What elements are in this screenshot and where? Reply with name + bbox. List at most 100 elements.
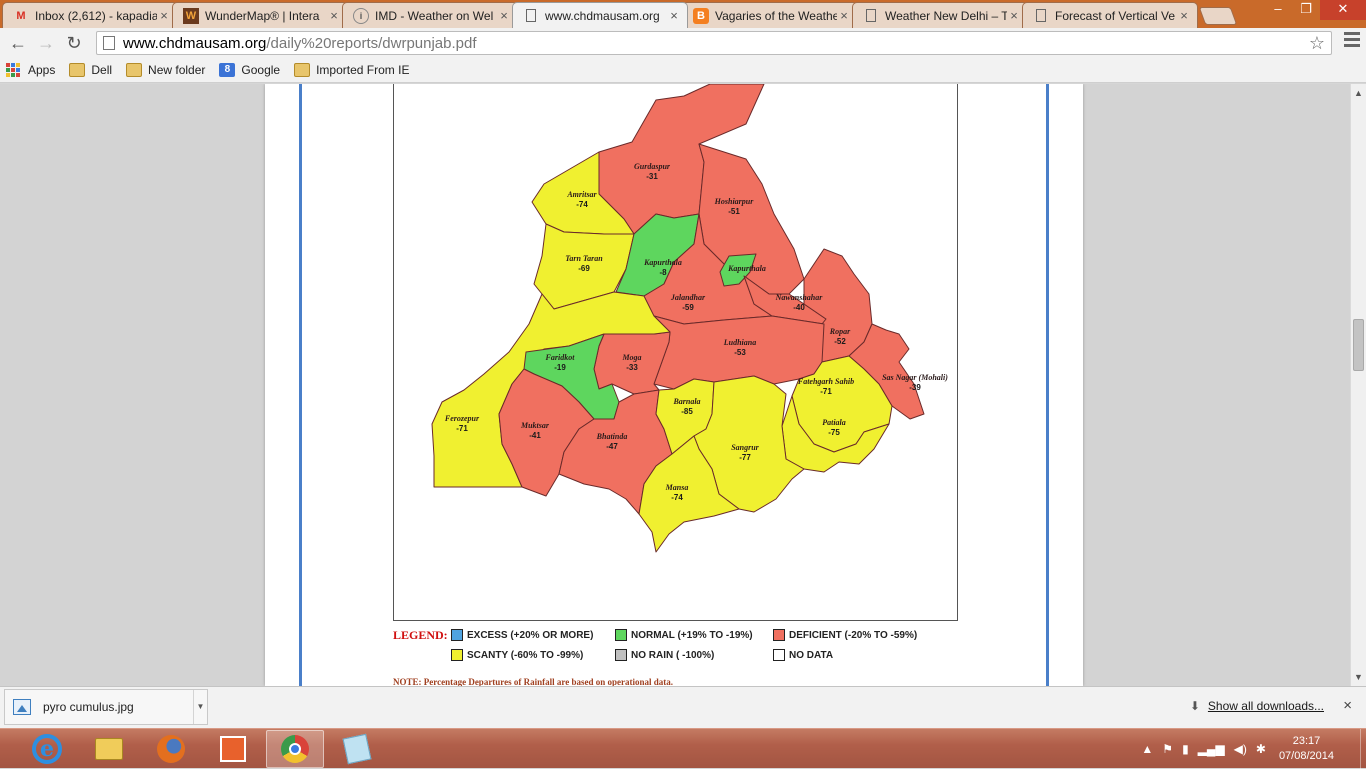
district-label: Tarn Taran [565,254,603,263]
back-icon[interactable]: ← [4,30,32,56]
google-icon: 8 [219,63,236,77]
scroll-down-icon[interactable]: ▼ [1354,672,1363,682]
district-label: Mansa [665,483,689,492]
new-tab-button[interactable] [1198,7,1238,25]
document-icon [1033,8,1049,24]
windows-taskbar: e ▲ ⚑ ▮ ▂▄▆ ◀) ✱ 23:17 07/08/2014 [0,728,1366,769]
taskbar-firefox[interactable] [142,730,200,768]
district-value: -71 [820,387,832,396]
district-value: -39 [909,383,921,392]
close-tab-icon[interactable]: × [497,8,511,23]
taskbar-office[interactable] [204,730,262,768]
taskbar-notepad[interactable] [328,730,386,768]
district-value: -41 [529,431,541,440]
bookmark-imported-from-ie[interactable]: Imported From IE [294,63,409,77]
district-label: Nawanshahar [775,293,824,302]
url-text[interactable]: www.chdmausam.org/daily%20reports/dwrpun… [123,35,477,52]
vertical-scrollbar[interactable]: ▲ ▼ [1350,84,1366,686]
legend-swatch-normal [615,629,627,641]
district-label: Patiala [822,418,846,427]
minimize-icon[interactable]: – [1264,0,1292,20]
district-label: Amritsar [566,190,597,199]
tab-imd[interactable]: i IMD - Weather on Wel × [342,2,518,28]
taskbar-file-explorer[interactable] [80,730,138,768]
url-host: www.chdmausam.org [123,34,267,52]
restore-icon[interactable]: ❐ [1292,0,1320,20]
legend-label: SCANTY (-60% TO -99%) [467,649,584,661]
close-shelf-icon[interactable]: × [1343,697,1352,714]
download-icon: ⬇ [1189,699,1200,713]
folder-icon [126,63,143,77]
close-tab-icon[interactable]: × [1007,8,1021,23]
volume-icon[interactable]: ◀) [1234,742,1247,756]
office-icon [220,736,246,762]
close-tab-icon[interactable]: × [1177,8,1191,23]
bookmark-star-icon[interactable]: ☆ [1309,33,1325,54]
legend-swatch-no-rain [615,649,627,661]
action-center-flag-icon[interactable]: ⚑ [1162,742,1173,756]
show-hidden-icons-icon[interactable]: ▲ [1141,742,1153,756]
download-menu-arrow-icon[interactable]: ▼ [193,690,207,724]
district-value: -85 [681,407,693,416]
power-icon[interactable]: ▮ [1182,742,1189,756]
close-tab-icon[interactable]: × [837,8,851,23]
tab-title: WunderMap® | Intera [205,8,320,23]
bookmark-new-folder[interactable]: New folder [126,63,205,77]
district-label: Bhatinda [596,432,628,441]
notepad-icon [342,733,372,765]
show-all-downloads[interactable]: ⬇ Show all downloads... [1190,699,1324,713]
legend-item-scanty: SCANTY (-60% TO -99%) [451,649,583,661]
close-tab-icon[interactable]: × [157,8,171,23]
scrollbar-thumb[interactable] [1353,319,1364,371]
tab-wundermap[interactable]: W WunderMap® | Intera × [172,2,348,28]
show-desktop-button[interactable] [1360,729,1366,769]
district-label: Kapurthala [643,258,682,267]
bookmark-label: New folder [148,63,206,77]
legend-label: DEFICIENT (-20% TO -59%) [789,629,918,641]
bookmark-apps[interactable]: Apps [6,63,55,77]
tab-title: Weather New Delhi – T [885,8,1007,23]
close-tab-icon[interactable]: × [667,8,681,23]
tab-forecast[interactable]: Forecast of Vertical Ve × [1022,2,1198,28]
network-signal-icon[interactable]: ▂▄▆ [1198,742,1225,756]
clock[interactable]: 23:17 07/08/2014 [1279,734,1334,764]
tab-chdmausam[interactable]: www.chdmausam.org × [512,2,688,28]
legend-item-deficient: DEFICIENT (-20% TO -59%) [773,629,917,641]
tab-vagaries[interactable]: B Vagaries of the Weathe × [682,2,858,28]
tab-gmail[interactable]: M Inbox (2,612) - kapadia × [2,2,178,28]
file-explorer-icon [95,738,123,760]
folder-icon [294,63,311,77]
bookmark-google[interactable]: 8 Google [219,63,280,77]
district-value: -59 [682,303,694,312]
bluetooth-icon[interactable]: ✱ [1256,742,1266,756]
document-icon [863,8,879,24]
district-value: -47 [606,442,618,451]
district-label: Jalandhar [670,293,706,302]
toolbar: ← → ↻ www.chdmausam.org/daily%20reports/… [0,28,1366,58]
legend-title: LEGEND: [393,628,448,642]
district-value: -69 [578,264,590,273]
rainfall-map-frame: Gurdaspur -31 Amritsar -74 Hoshiarpur -51 Tarn… [393,84,958,621]
district-value: -71 [456,424,468,433]
bookmark-dell[interactable]: Dell [69,63,112,77]
pdf-viewer[interactable]: Gurdaspur -31 Amritsar -74 Hoshiarpur -51 Tarn… [0,84,1350,686]
address-bar[interactable]: www.chdmausam.org/daily%20reports/dwrpun… [96,31,1332,55]
reload-icon[interactable]: ↻ [60,30,88,56]
download-item[interactable]: pyro cumulus.jpg ▼ [4,689,208,725]
show-all-downloads-link[interactable]: Show all downloads... [1208,699,1324,713]
scroll-up-icon[interactable]: ▲ [1354,88,1363,98]
bookmark-label: Imported From IE [316,63,410,77]
window-close-icon[interactable]: ✕ [1320,0,1366,20]
taskbar-chrome[interactable] [266,730,324,768]
chrome-menu-icon[interactable] [1344,32,1360,50]
district-value: -52 [834,337,846,346]
tab-title: IMD - Weather on Wel [375,8,494,23]
tab-strip: M Inbox (2,612) - kapadia × W WunderMap®… [0,0,1366,28]
tab-weather-new-delhi[interactable]: Weather New Delhi – T × [852,2,1028,28]
taskbar-internet-explorer[interactable]: e [18,730,76,768]
forward-icon[interactable]: → [32,30,60,56]
page-info-icon[interactable] [103,36,115,50]
tab-title: Vagaries of the Weathe [715,8,837,23]
legend-item-excess: EXCESS (+20% OR MORE) [451,629,593,641]
close-tab-icon[interactable]: × [327,8,341,23]
